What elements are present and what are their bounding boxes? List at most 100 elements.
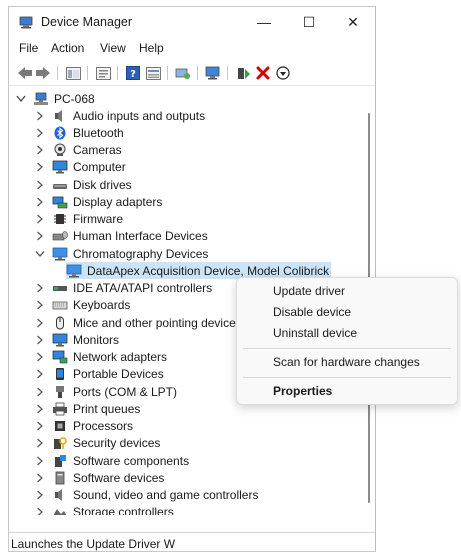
chevron-right-icon[interactable] (34, 420, 46, 432)
tree-item[interactable]: Software components (34, 452, 189, 469)
tree-item[interactable]: Chromatography Devices (34, 245, 208, 262)
tree-item-label: Human Interface Devices (73, 229, 208, 244)
uninstall-device-menu-item[interactable]: Uninstall device (273, 326, 357, 340)
chevron-right-icon[interactable] (34, 351, 46, 363)
chevron-right-icon[interactable] (34, 334, 46, 346)
chevron-right-icon[interactable] (34, 506, 46, 515)
update-driver-menu-item[interactable]: Update driver (273, 284, 345, 298)
chevron-right-icon[interactable] (34, 472, 46, 484)
disable-device-menu-item[interactable]: Disable device (273, 305, 351, 319)
tree-item-label: Display adapters (73, 194, 163, 209)
menu-action[interactable]: Action (51, 41, 84, 55)
tree-item[interactable]: Print queues (34, 400, 140, 417)
forward-arrow-icon[interactable] (35, 65, 51, 81)
tree-item-label: Software components (73, 453, 190, 468)
chevron-down-icon[interactable] (15, 93, 27, 105)
menu-view[interactable]: View (100, 41, 126, 55)
tree-item[interactable]: Firmware (34, 211, 123, 228)
properties-menu-item[interactable]: Properties (273, 384, 332, 398)
tree-item-label: Chromatography Devices (73, 246, 209, 261)
minimize-button[interactable]: — (242, 9, 286, 35)
status-text: Launches the Update Driver W (11, 537, 176, 551)
tree-item-label: Computer (73, 160, 126, 175)
show-hide-console-tree-icon[interactable] (65, 65, 81, 81)
horizontal-scrollbar[interactable] (9, 515, 365, 523)
tree-item[interactable]: Portable Devices (34, 366, 164, 383)
tree-item[interactable]: Storage controllers (34, 504, 174, 515)
tree-item[interactable]: Processors (34, 418, 133, 435)
computer-icon (33, 92, 49, 106)
tree-item[interactable]: Network adapters (34, 349, 167, 366)
add-driver-icon[interactable] (235, 65, 251, 81)
monitor-icon (52, 160, 68, 174)
chevron-right-icon[interactable] (34, 282, 46, 294)
chevron-right-icon[interactable] (34, 230, 46, 242)
chevron-right-icon[interactable] (34, 213, 46, 225)
maximize-button[interactable]: ☐ (287, 9, 331, 35)
tree-item-label: Network adapters (73, 350, 168, 364)
tree-item-label: Security devices (73, 436, 161, 451)
scan-hardware-menu-item[interactable]: Scan for hardware changes (273, 355, 420, 369)
tree-item-label: Ports (COM & LPT) (73, 384, 178, 399)
tree-item[interactable]: Cameras (34, 142, 122, 159)
chevron-right-icon[interactable] (34, 317, 46, 329)
status-bar: Launches the Update Driver W (9, 532, 375, 553)
hid-icon (52, 229, 68, 243)
chevron-right-icon[interactable] (34, 144, 46, 156)
back-arrow-icon[interactable] (17, 65, 33, 81)
portable-icon (52, 367, 68, 381)
menu-file[interactable]: File (19, 41, 38, 55)
tree-item[interactable]: Software devices (34, 469, 164, 486)
chevron-right-icon[interactable] (34, 179, 46, 191)
tree-item[interactable]: IDE ATA/ATAPI controllers (34, 280, 212, 297)
menu-help[interactable]: Help (139, 41, 164, 55)
title-bar[interactable]: Device Manager — ☐ ✕ (9, 7, 375, 37)
properties-sheet-icon[interactable] (95, 65, 111, 81)
view-list-icon[interactable] (145, 65, 161, 81)
display-adapter-icon (52, 195, 68, 209)
mouse-icon (52, 316, 68, 330)
tree-item-label: Monitors (73, 332, 120, 347)
tree-root-label: PC-068 (54, 91, 95, 106)
menu-separator (243, 377, 451, 378)
software-component-icon (52, 454, 68, 468)
storage-icon (52, 505, 68, 515)
device-icon (66, 264, 82, 278)
chevron-down-icon[interactable] (34, 248, 46, 260)
tree-item[interactable]: Disk drives (34, 176, 132, 193)
tree-item[interactable]: Keyboards (34, 297, 130, 314)
scan-hardware-icon[interactable] (205, 65, 221, 81)
chevron-right-icon[interactable] (34, 437, 46, 449)
tree-root[interactable]: PC-068 (15, 90, 95, 107)
tree-item[interactable]: Security devices (34, 435, 160, 452)
tree-item-label: Disk drives (73, 177, 132, 192)
chevron-right-icon[interactable] (34, 161, 46, 173)
chevron-right-icon[interactable] (34, 368, 46, 380)
chevron-right-icon[interactable] (34, 127, 46, 139)
help-icon[interactable]: ? (125, 65, 141, 81)
close-button[interactable]: ✕ (331, 9, 375, 35)
chevron-right-icon[interactable] (34, 386, 46, 398)
security-icon (52, 436, 68, 450)
tree-item-label: Software devices (73, 470, 165, 485)
chevron-right-icon[interactable] (34, 196, 46, 208)
enable-device-icon[interactable] (275, 65, 291, 81)
tree-item[interactable]: Mice and other pointing devices (34, 314, 242, 331)
chevron-right-icon[interactable] (34, 299, 46, 311)
tree-item[interactable]: Human Interface Devices (34, 228, 208, 245)
chevron-right-icon[interactable] (34, 489, 46, 501)
chevron-right-icon[interactable] (34, 403, 46, 415)
update-driver-icon[interactable] (175, 65, 191, 81)
tree-item[interactable]: Ports (COM & LPT) (34, 383, 177, 400)
tree-item[interactable]: Audio inputs and outputs (34, 107, 205, 124)
tree-item-label: Mice and other pointing devices (73, 315, 242, 330)
chevron-right-icon[interactable] (34, 455, 46, 467)
tree-item[interactable]: Bluetooth (34, 124, 124, 141)
chevron-right-icon[interactable] (34, 110, 46, 122)
menu-bar: File Action View Help (9, 39, 375, 59)
tree-item[interactable]: Computer (34, 159, 126, 176)
uninstall-device-icon[interactable] (255, 65, 271, 81)
tree-item[interactable]: Sound, video and game controllers (34, 487, 258, 504)
tree-item[interactable]: Display adapters (34, 193, 162, 210)
tree-item[interactable]: Monitors (34, 331, 119, 348)
